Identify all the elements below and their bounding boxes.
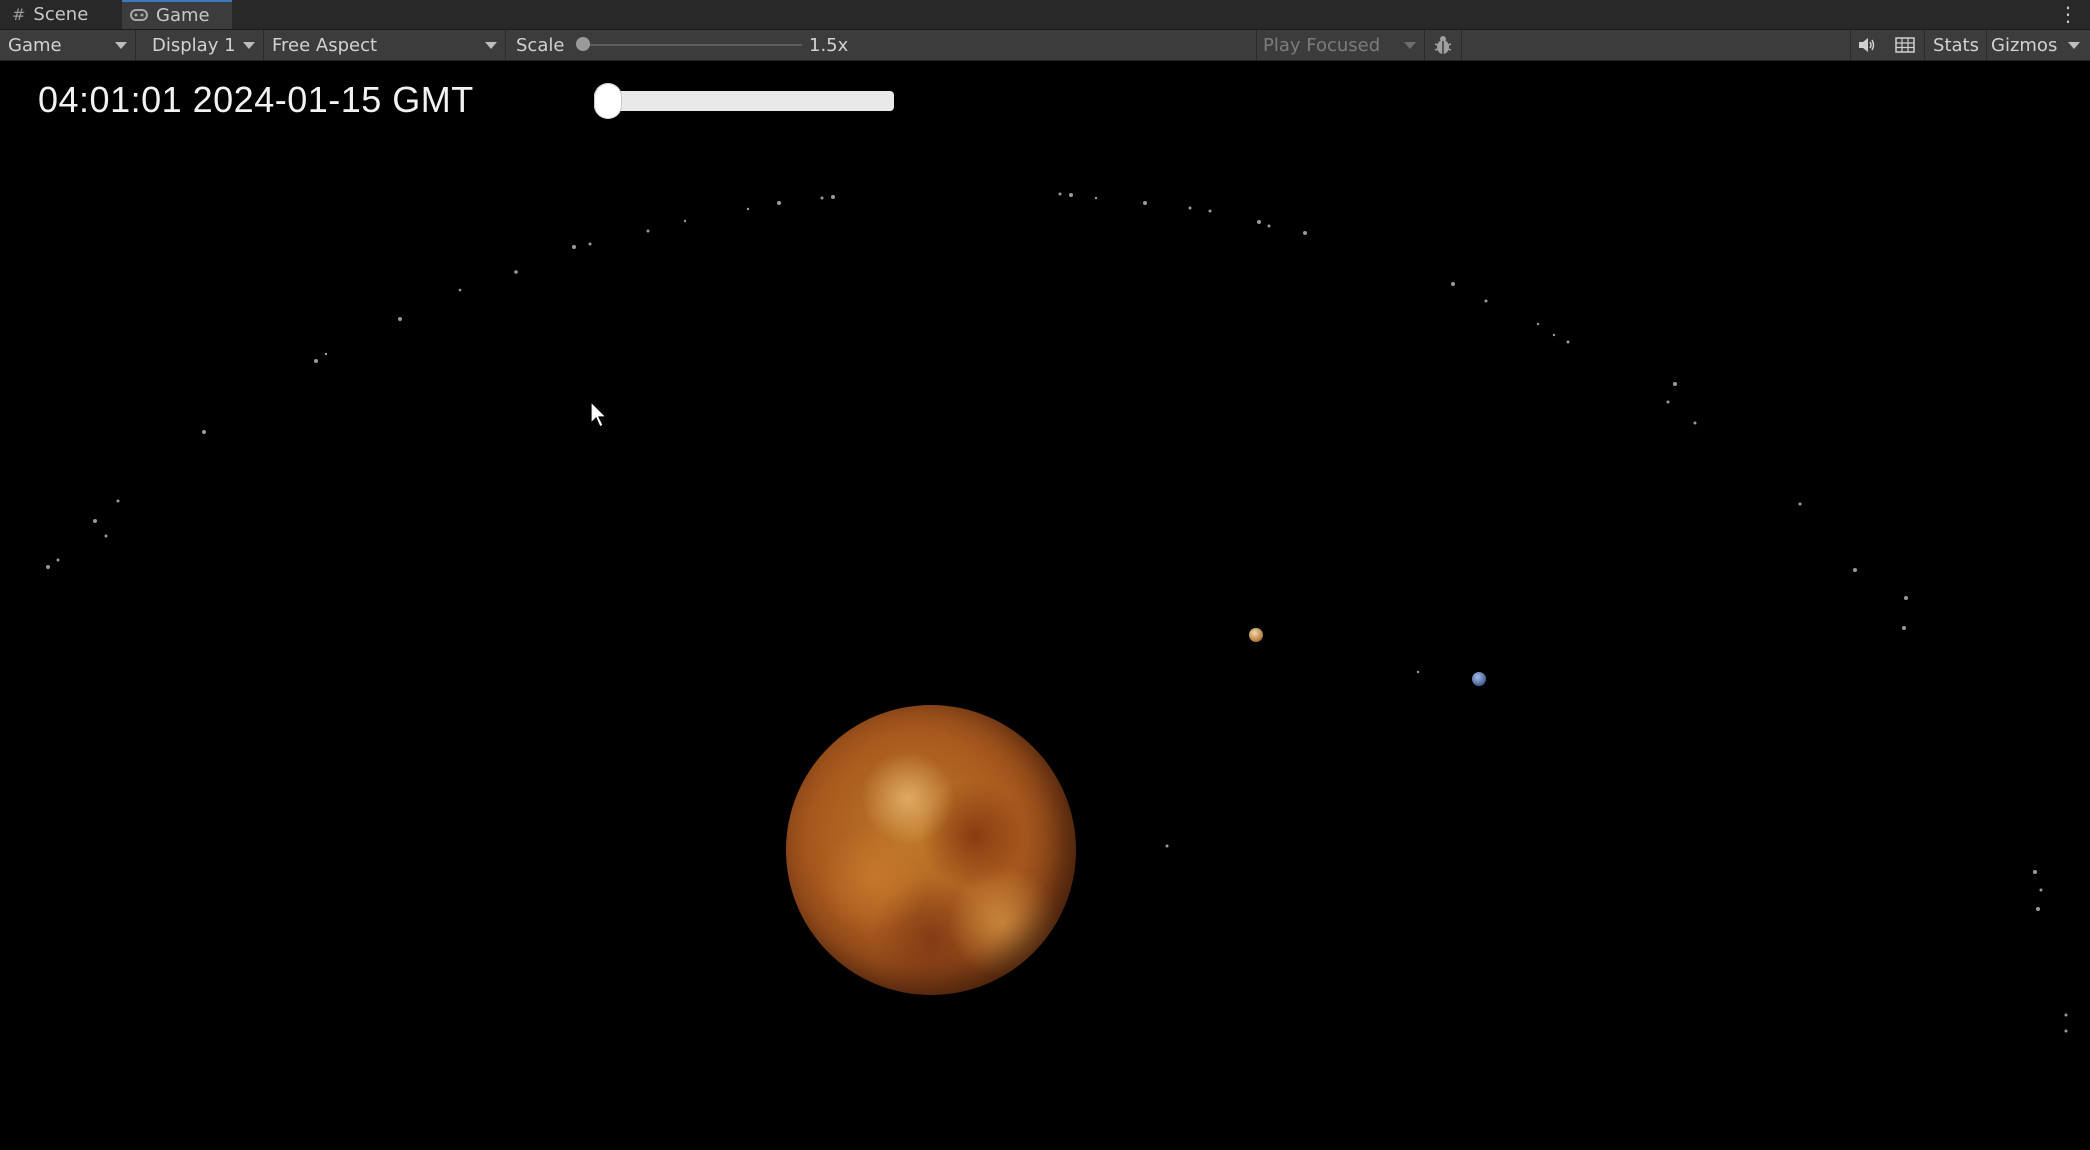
gamepad-icon [130, 6, 148, 25]
more-options-icon[interactable]: ⋮ [2058, 1, 2078, 27]
speaker-icon [1859, 38, 1875, 52]
aspect-label: Free Aspect [272, 34, 378, 56]
display-dropdown[interactable]: Display 1 [138, 30, 264, 60]
play-focused-label: Play Focused [1263, 34, 1381, 56]
bug-icon [1434, 36, 1452, 54]
editor-tab-bar: # Scene Game ⋮ [0, 0, 2090, 30]
view-mode-dropdown[interactable]: Game [0, 30, 136, 60]
scale-slider-track[interactable] [584, 44, 802, 46]
mouse-cursor-icon [590, 401, 608, 428]
stats-button[interactable]: Stats [1924, 30, 1987, 60]
grid-icon [1895, 37, 1915, 53]
moon-blue[interactable] [1472, 672, 1486, 686]
gizmos-dropdown[interactable]: Gizmos [1986, 30, 2090, 60]
planet-sphere[interactable] [786, 705, 1076, 995]
unity-game-window: # Scene Game ⋮ Game Display 1 Free Aspec… [0, 0, 2090, 1150]
moon-tan[interactable] [1249, 628, 1263, 642]
chevron-down-icon [1404, 42, 1416, 49]
view-mode-label: Game [8, 34, 62, 56]
game-view-toolbar: Game Display 1 Free Aspect Scale [0, 30, 2090, 61]
play-focused-dropdown[interactable]: Play Focused [1256, 30, 1420, 60]
tab-scene-label: Scene [33, 4, 89, 25]
chevron-down-icon [2068, 42, 2080, 49]
asteroid-field [46, 192, 2068, 1033]
chevron-down-icon [115, 42, 127, 49]
simulation-clock: 04:01:01 2024-01-15 GMT [38, 79, 474, 120]
tab-scene[interactable]: # Scene [12, 0, 120, 29]
aspect-dropdown[interactable]: Free Aspect [266, 30, 506, 60]
stats-grid-button[interactable] [1888, 30, 1922, 60]
chevron-down-icon [485, 42, 497, 49]
scale-slider-thumb[interactable] [576, 37, 590, 51]
gizmos-label: Gizmos [1991, 34, 2058, 56]
mute-audio-button[interactable] [1850, 30, 1883, 60]
hash-icon: # [12, 5, 26, 24]
time-scale-slider[interactable] [594, 91, 894, 111]
scale-value: 1.5x [809, 34, 849, 56]
game-viewport[interactable]: 04:01:01 2024-01-15 GMT [0, 61, 2090, 1150]
scale-label: Scale [516, 34, 565, 56]
time-scale-slider-thumb[interactable] [594, 83, 622, 119]
tab-game-label: Game [156, 5, 210, 26]
debug-bug-button[interactable] [1424, 30, 1462, 60]
display-label: Display 1 [152, 34, 236, 56]
tab-game[interactable]: Game [122, 0, 232, 29]
chevron-down-icon [243, 42, 255, 49]
